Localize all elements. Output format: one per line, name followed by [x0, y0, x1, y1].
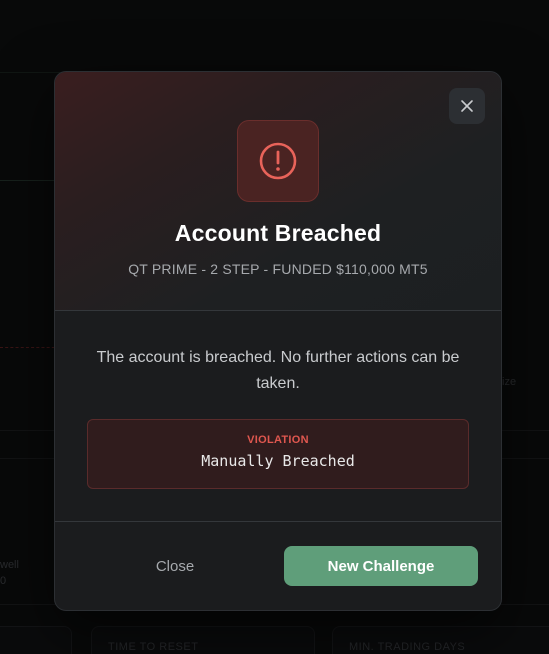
violation-panel: VIOLATION Manually Breached	[87, 419, 469, 489]
dialog-body: The account is breached. No further acti…	[55, 311, 501, 522]
violation-value: Manually Breached	[201, 452, 355, 470]
close-button[interactable]: Close	[87, 546, 263, 586]
violation-label: VIOLATION	[247, 434, 309, 446]
dialog-title: Account Breached	[174, 220, 382, 246]
account-breached-dialog: Account Breached QT PRIME - 2 STEP - FUN…	[54, 71, 502, 611]
alert-badge	[237, 120, 319, 202]
dialog-footer: Close New Challenge	[55, 522, 501, 610]
close-dialog-button[interactable]	[449, 88, 485, 124]
new-challenge-button[interactable]: New Challenge	[284, 546, 478, 586]
close-icon	[461, 100, 473, 112]
alert-circle-icon	[259, 142, 297, 180]
account-name: QT PRIME - 2 STEP - FUNDED $110,000 MT5	[128, 261, 428, 277]
breach-message: The account is breached. No further acti…	[96, 349, 460, 392]
dialog-header: Account Breached QT PRIME - 2 STEP - FUN…	[55, 72, 501, 311]
